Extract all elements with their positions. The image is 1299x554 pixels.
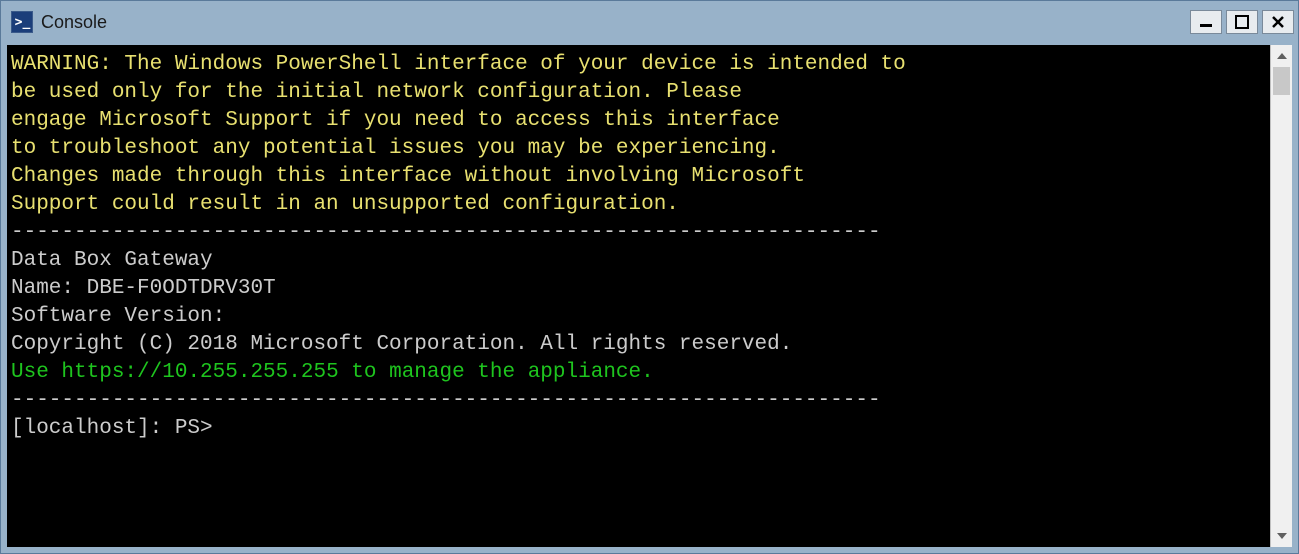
product-name: Data Box Gateway [11,249,213,272]
device-name: Name: DBE-F0ODTDRV30T [11,277,276,300]
console-output[interactable]: WARNING: The Windows PowerShell interfac… [7,45,1270,547]
chevron-down-icon [1277,533,1287,539]
close-icon [1271,15,1285,29]
warning-line-4: to troubleshoot any potential issues you… [11,137,780,160]
scroll-thumb[interactable] [1273,67,1290,95]
warning-line-6: Support could result in an unsupported c… [11,193,679,216]
warning-line-5: Changes made through this interface with… [11,165,805,188]
scroll-up-arrow[interactable] [1271,45,1292,67]
manage-url: https://10.255.255.255 [61,361,351,384]
vertical-scrollbar[interactable] [1270,45,1292,547]
minimize-button[interactable] [1190,10,1222,34]
scroll-track[interactable] [1271,67,1292,525]
manage-prefix: Use [11,361,61,384]
titlebar-left: >_ Console [11,11,107,33]
separator-1: ----------------------------------------… [11,221,881,244]
close-button[interactable] [1262,10,1294,34]
manage-suffix: to manage the appliance. [351,361,653,384]
powershell-icon: >_ [11,11,33,33]
separator-2: ----------------------------------------… [11,389,881,412]
warning-line-2: be used only for the initial network con… [11,81,742,104]
warning-line-1: WARNING: The Windows PowerShell interfac… [11,53,906,76]
software-version: Software Version: [11,305,225,328]
maximize-icon [1235,15,1249,29]
ps-prompt: [localhost]: PS> [11,417,213,440]
copyright: Copyright (C) 2018 Microsoft Corporation… [11,333,792,356]
console-wrapper: WARNING: The Windows PowerShell interfac… [1,43,1298,553]
window-title: Console [41,12,107,33]
console-window: >_ Console WARNING: The Wind [0,0,1299,554]
titlebar[interactable]: >_ Console [1,1,1298,43]
chevron-up-icon [1277,53,1287,59]
maximize-button[interactable] [1226,10,1258,34]
window-controls [1190,10,1294,34]
scroll-down-arrow[interactable] [1271,525,1292,547]
warning-line-3: engage Microsoft Support if you need to … [11,109,780,132]
minimize-icon [1199,15,1213,29]
